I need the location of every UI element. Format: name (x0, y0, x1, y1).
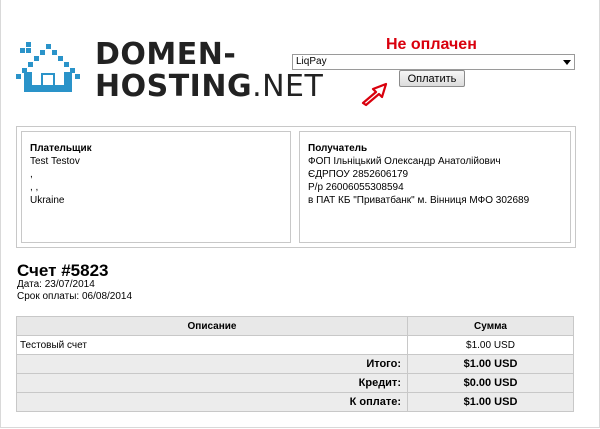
arrow-pointer-icon (361, 82, 388, 107)
credit-label: Кредит: (16, 373, 408, 393)
recipient-box: Получатель ФОП Ільніцький Олександр Анат… (299, 131, 571, 243)
payment-status: Не оплачен (386, 36, 477, 53)
logo: DOMEN- HOSTING.NET (16, 28, 323, 110)
subtotal-label: Итого: (16, 354, 408, 374)
recipient-line: Р/р 26006055308594 (308, 182, 404, 193)
invoice-date: Дата: 23/07/2014 (17, 279, 95, 290)
payer-line: , , (30, 182, 39, 193)
payer-line: , (30, 169, 33, 180)
payer-box: Плательщик Test Testov , , , Ukraine (21, 131, 291, 243)
pay-button[interactable]: Оплатить (399, 70, 465, 87)
logo-text-hosting: HOSTING (95, 69, 253, 104)
item-description: Тестовый счет (16, 335, 408, 355)
invoice-items-table: Описание Сумма Тестовый счет $1.00 USD И… (16, 316, 574, 412)
amount-due-label: К оплате: (16, 392, 408, 412)
table-row: Тестовый счет $1.00 USD (16, 335, 574, 355)
payer-line: Test Testov (30, 156, 80, 167)
payer-line: Ukraine (30, 195, 65, 206)
credit-row: Кредит: $0.00 USD (16, 373, 574, 393)
logo-text-line2: HOSTING.NET (95, 72, 323, 102)
subtotal-value: $1.00 USD (407, 354, 574, 374)
subtotal-row: Итого: $1.00 USD (16, 354, 574, 374)
house-icon (16, 42, 80, 92)
logo-text-line1: DOMEN- (95, 37, 237, 72)
invoice-title: Счет #5823 (17, 261, 109, 280)
parties-box: Плательщик Test Testov , , , Ukraine Пол… (16, 126, 576, 248)
payer-heading: Плательщик (30, 143, 92, 154)
recipient-line: ФОП Ільніцький Олександр Анатолійович (308, 156, 501, 167)
recipient-heading: Получатель (308, 143, 368, 154)
recipient-line: в ПАТ КБ "Приватбанк" м. Вінниця МФО 302… (308, 195, 530, 206)
recipient-line: ЄДРПОУ 2852606179 (308, 169, 409, 180)
amount-due-row: К оплате: $1.00 USD (16, 392, 574, 412)
payment-method-select[interactable]: LiqPay (292, 54, 575, 70)
credit-value: $0.00 USD (407, 373, 574, 393)
payment-method-value: LiqPay (296, 56, 327, 67)
invoice-due-date: Срок оплаты: 06/08/2014 (17, 291, 133, 302)
table-header-row: Описание Сумма (16, 316, 574, 336)
amount-due-value: $1.00 USD (407, 392, 574, 412)
dropdown-caret-icon (563, 60, 571, 65)
column-header-amount: Сумма (407, 316, 574, 336)
column-header-description: Описание (16, 316, 408, 336)
logo-text-net: .NET (252, 69, 324, 104)
item-amount: $1.00 USD (407, 335, 574, 355)
